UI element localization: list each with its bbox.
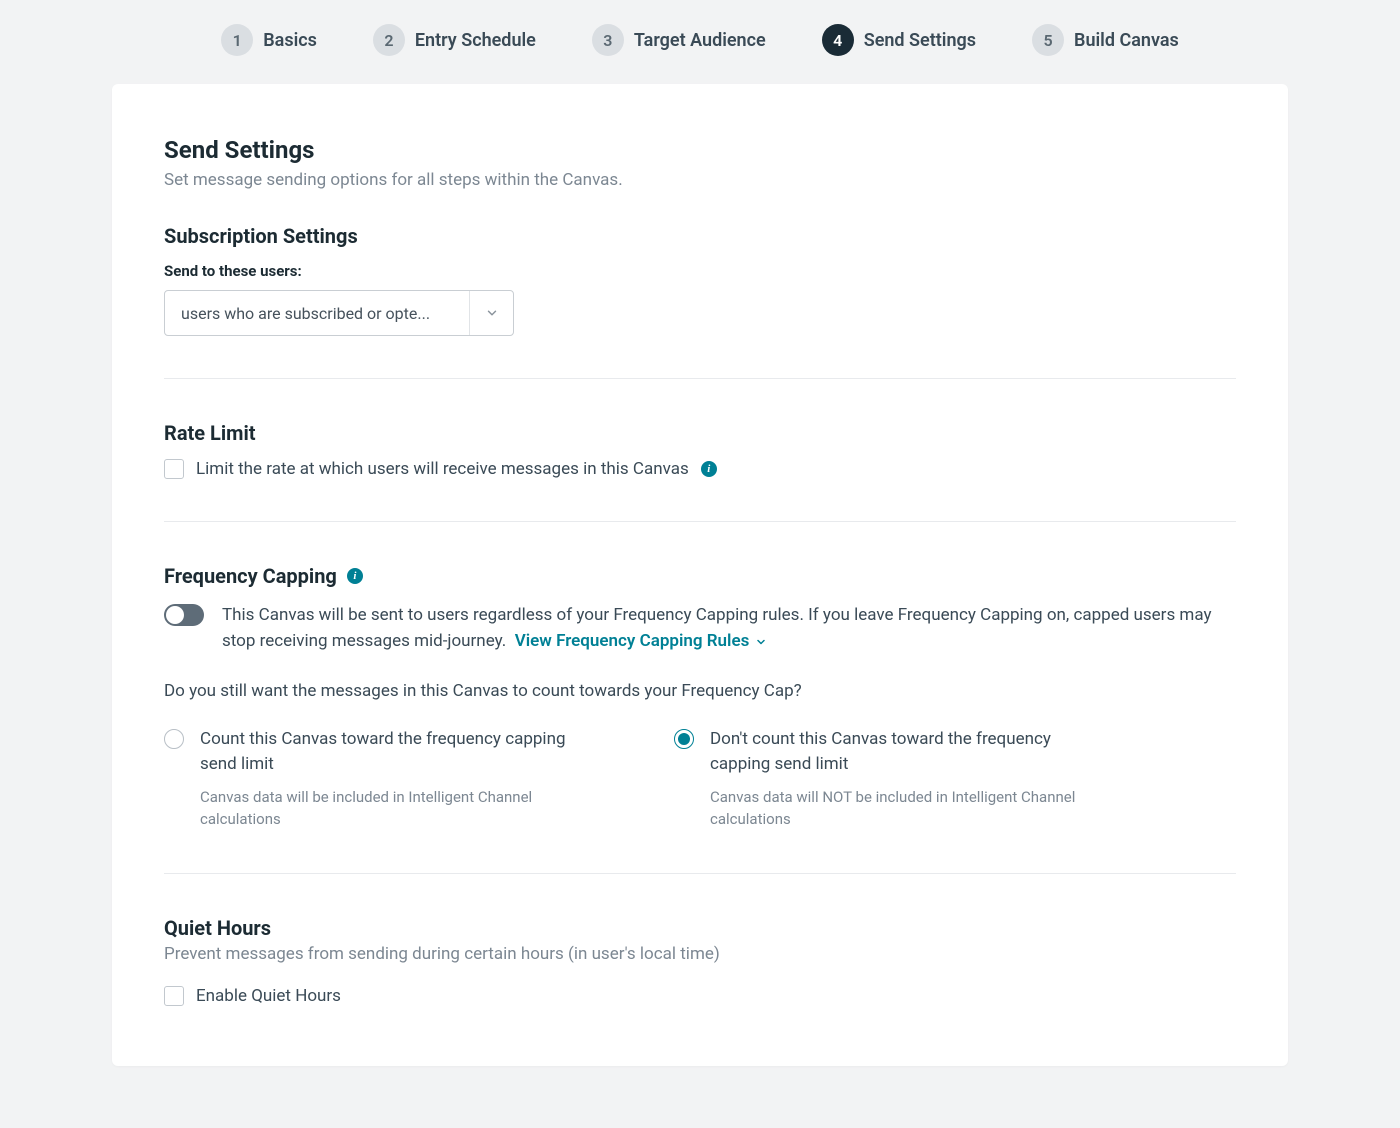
link-text: View Frequency Capping Rules [515, 628, 750, 654]
divider [164, 521, 1236, 522]
step-number: 4 [822, 24, 854, 56]
divider [164, 378, 1236, 379]
step-entry-schedule[interactable]: 2 Entry Schedule [373, 24, 536, 56]
radio-count[interactable] [164, 729, 184, 749]
settings-card: Send Settings Set message sending option… [112, 84, 1288, 1066]
subscription-heading: Subscription Settings [164, 224, 1236, 248]
step-label: Build Canvas [1074, 30, 1179, 51]
quiet-hours-heading: Quiet Hours [164, 916, 1236, 940]
page-subtitle: Set message sending options for all step… [164, 170, 1236, 190]
rate-limit-checkbox[interactable] [164, 459, 184, 479]
quiet-hours-checkbox[interactable] [164, 986, 184, 1006]
step-build-canvas[interactable]: 5 Build Canvas [1032, 24, 1179, 56]
info-icon[interactable]: i [347, 568, 363, 584]
view-frequency-rules-link[interactable]: View Frequency Capping Rules [515, 628, 768, 654]
step-number: 1 [221, 24, 253, 56]
frequency-heading-text: Frequency Capping [164, 564, 337, 588]
step-basics[interactable]: 1 Basics [221, 24, 317, 56]
frequency-heading: Frequency Capping i [164, 564, 1236, 588]
rate-limit-heading: Rate Limit [164, 421, 1236, 445]
toggle-knob [166, 606, 184, 624]
step-label: Send Settings [864, 30, 976, 51]
frequency-radio-group: Count this Canvas toward the frequency c… [164, 727, 1236, 831]
quiet-hours-subtitle: Prevent messages from sending during cer… [164, 944, 1236, 964]
step-target-audience[interactable]: 3 Target Audience [592, 24, 766, 56]
step-label: Target Audience [634, 30, 766, 51]
radio-option-count[interactable]: Count this Canvas toward the frequency c… [164, 727, 584, 831]
step-number: 5 [1032, 24, 1064, 56]
step-send-settings[interactable]: 4 Send Settings [822, 24, 976, 56]
radio-option-dont-count[interactable]: Don't count this Canvas toward the frequ… [674, 727, 1094, 831]
divider [164, 873, 1236, 874]
page-title: Send Settings [164, 136, 1236, 164]
radio-dont-count[interactable] [674, 729, 694, 749]
radio-help: Canvas data will NOT be included in Inte… [710, 786, 1094, 831]
step-label: Basics [263, 30, 317, 51]
subscription-field-label: Send to these users: [164, 262, 1236, 280]
frequency-question: Do you still want the messages in this C… [164, 681, 1236, 701]
quiet-hours-checkbox-label: Enable Quiet Hours [196, 986, 341, 1006]
chevron-down-icon [469, 291, 513, 335]
subscription-select-value: users who are subscribed or opte... [165, 304, 469, 323]
subscription-select[interactable]: users who are subscribed or opte... [164, 290, 514, 336]
radio-label: Count this Canvas toward the frequency c… [200, 727, 584, 778]
radio-help: Canvas data will be included in Intellig… [200, 786, 584, 831]
step-label: Entry Schedule [415, 30, 536, 51]
radio-label: Don't count this Canvas toward the frequ… [710, 727, 1094, 778]
step-number: 2 [373, 24, 405, 56]
stepper: 1 Basics 2 Entry Schedule 3 Target Audie… [0, 0, 1400, 84]
frequency-toggle[interactable] [164, 604, 204, 626]
frequency-description: This Canvas will be sent to users regard… [222, 602, 1236, 655]
info-icon[interactable]: i [701, 461, 717, 477]
chevron-down-icon [755, 636, 767, 648]
rate-limit-checkbox-label: Limit the rate at which users will recei… [196, 459, 689, 479]
step-number: 3 [592, 24, 624, 56]
